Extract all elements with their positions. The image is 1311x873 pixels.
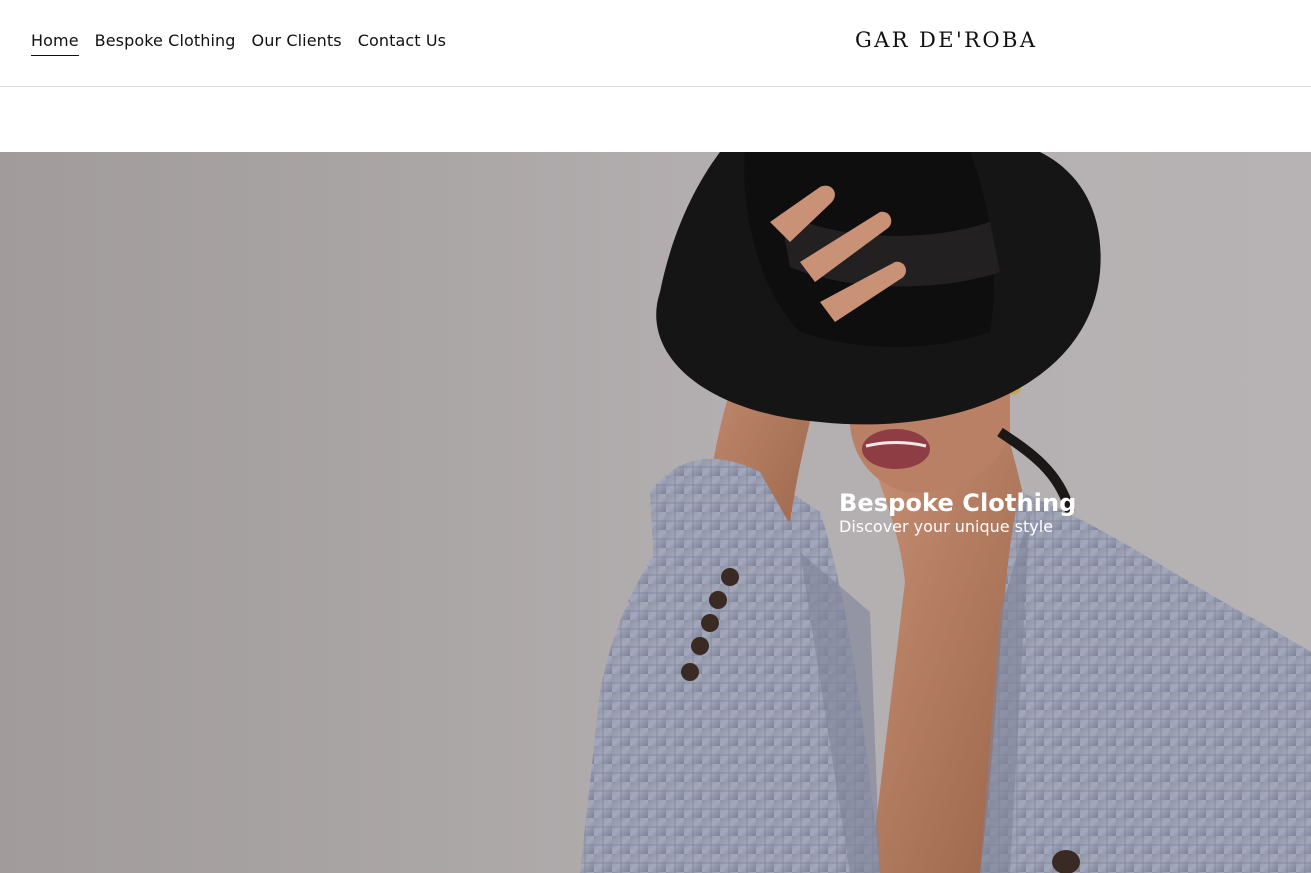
nav-link-our-clients[interactable]: Our Clients xyxy=(252,30,342,56)
hero-subtitle: Discover your unique style xyxy=(839,517,1054,536)
nav-link-home[interactable]: Home xyxy=(31,30,79,56)
nav-link-bespoke-clothing[interactable]: Bespoke Clothing xyxy=(95,30,236,56)
nav-link-contact-us[interactable]: Contact Us xyxy=(358,30,446,56)
hero-image xyxy=(580,152,1311,873)
hero-text: Bespoke Clothing Discover your unique st… xyxy=(839,489,1076,537)
page: Home Bespoke Clothing Our Clients Contac… xyxy=(0,0,1311,873)
hero-banner: Bespoke Clothing Discover your unique st… xyxy=(0,152,1311,873)
brand-logo[interactable]: GAR DE'ROBA xyxy=(855,27,1037,53)
hero-title: Bespoke Clothing xyxy=(839,489,1077,517)
main-nav: Home Bespoke Clothing Our Clients Contac… xyxy=(31,30,446,56)
site-header: Home Bespoke Clothing Our Clients Contac… xyxy=(0,0,1311,87)
